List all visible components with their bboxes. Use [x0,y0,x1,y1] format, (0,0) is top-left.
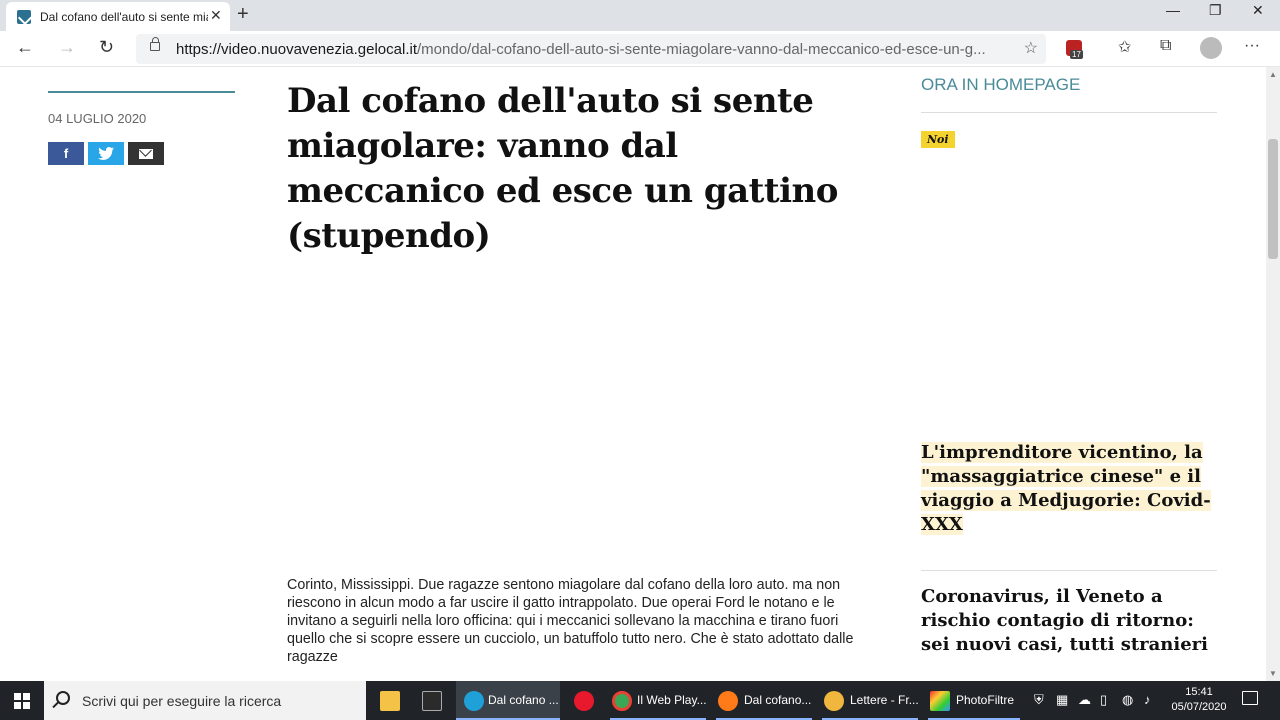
news-title: L'imprenditore vicentino, la "massaggiat… [921,442,1211,535]
address-bar[interactable]: https://video.nuovavenezia.gelocal.it/mo… [136,34,1046,64]
windows-start-icon[interactable] [14,693,30,709]
scroll-down-icon[interactable]: ▼ [1269,669,1277,678]
taskbar: Scrivi qui per eseguire la ricerca Dal c… [0,681,1280,720]
system-clock[interactable]: 15:41 05/07/2020 [1168,685,1230,715]
taskbar-app-chrome[interactable]: Il Web Play... [606,681,710,720]
security-tray-icon[interactable]: ⛨ [1034,692,1044,708]
search-icon [56,691,70,705]
site-favicon-icon [17,10,31,24]
sidebar-section-title[interactable]: ORA IN HOMEPAGE [921,75,1080,95]
favorites-icon[interactable]: ✩ [1118,37,1131,57]
taskbar-app-opera[interactable] [564,681,604,720]
article-headline: Dal cofano dell'auto si sente miagolare:… [287,81,838,256]
terminal-icon [422,691,442,711]
share-twitter-button[interactable] [88,142,124,165]
collections-icon[interactable]: ⧉ [1160,37,1171,55]
taskbar-app-firefox[interactable]: Dal cofano... [712,681,816,720]
twitter-icon [98,147,114,163]
close-window-button[interactable]: ✕ [1252,2,1264,19]
clock-date: 05/07/2020 [1171,701,1227,713]
taskbar-app-label: Lettere - Fr... [850,693,919,707]
forward-icon[interactable]: → [58,37,76,58]
url-path: /mondo/dal-cofano-dell-auto-si-sente-mia… [417,41,986,58]
scroll-thumb[interactable] [1268,139,1278,259]
divider [921,570,1217,571]
taskbar-app-file-explorer[interactable] [370,681,410,720]
email-icon [139,149,153,159]
taskbar-app-label: PhotoFiltre [956,693,1015,707]
profile-avatar[interactable] [1200,37,1222,59]
taskbar-search[interactable]: Scrivi qui per eseguire la ricerca [44,681,366,720]
new-tab-button[interactable]: + [237,3,249,26]
news-link[interactable]: Coronavirus, il Veneto a rischio contagi… [921,585,1217,657]
minimize-button[interactable]: — [1166,2,1180,18]
browser-toolbar: ← → ↻ https://video.nuovavenezia.gelocal… [0,31,1280,67]
taskbar-app-label: Dal cofano ... [488,693,559,707]
battery-tray-icon[interactable]: ▯ [1100,692,1107,708]
url-domain: https://video.nuovavenezia.gelocal.it [176,41,417,58]
refresh-icon[interactable]: ↻ [99,37,114,58]
maximize-button[interactable]: ❐ [1209,2,1222,19]
favorite-star-icon[interactable]: ☆ [1024,38,1038,58]
taskbar-app-label: Il Web Play... [637,693,707,707]
facebook-icon: f [63,146,69,161]
scroll-up-icon[interactable]: ▲ [1269,70,1277,79]
extension-badge-count: 17 [1070,50,1083,59]
share-email-button[interactable] [128,142,164,165]
tab-bar: Dal cofano dell'auto si sente mia ✕ + — … [0,0,1280,31]
firefox-icon [718,691,738,711]
chrome-icon [612,691,632,711]
notifications-icon[interactable] [1242,691,1258,705]
apps-tray-icon[interactable]: ▦ [1056,692,1068,708]
url-text[interactable]: https://video.nuovavenezia.gelocal.it/mo… [176,41,1016,58]
divider [921,112,1217,113]
divider [48,91,235,93]
opera-icon [574,691,594,711]
vertical-scrollbar[interactable]: ▲ ▼ [1266,67,1280,681]
photofiltre-icon [930,691,950,711]
taskbar-app-edge[interactable]: Dal cofano ... [456,681,560,720]
cloud-tray-icon[interactable]: ☁ [1078,692,1091,708]
volume-tray-icon[interactable]: ♪ [1144,692,1151,707]
taskbar-app-mail[interactable]: Lettere - Fr... [818,681,922,720]
search-placeholder: Scrivi qui per eseguire la ricerca [82,693,282,709]
file-explorer-icon [380,691,400,711]
article-date: 04 LUGLIO 2020 [48,111,147,126]
tab-title: Dal cofano dell'auto si sente mia [40,10,208,24]
taskbar-app-terminal[interactable] [412,681,452,720]
clock-time: 15:41 [1185,686,1213,698]
taskbar-app-label: Dal cofano... [744,693,812,707]
network-tray-icon[interactable]: ◍ [1122,692,1133,708]
more-menu-icon[interactable]: ··· [1244,37,1260,55]
share-facebook-button[interactable]: f [48,142,84,165]
noi-badge[interactable]: Noi [921,131,955,148]
back-icon[interactable]: ← [16,37,34,58]
taskbar-app-photofiltre[interactable]: PhotoFiltre [924,681,1024,720]
lock-icon[interactable] [150,37,160,51]
news-title: Coronavirus, il Veneto a rischio contagi… [921,586,1208,655]
web-page: 04 LUGLIO 2020 f Dal cofano dell'auto si… [0,67,1266,681]
article-body: Corinto, Mississippi. Due ragazze senton… [287,577,854,665]
close-tab-icon[interactable]: ✕ [210,7,222,24]
news-link[interactable]: L'imprenditore vicentino, la "massaggiat… [921,441,1217,537]
mail-app-icon [824,691,844,711]
edge-icon [464,691,484,711]
browser-tab[interactable]: Dal cofano dell'auto si sente mia ✕ [6,2,230,31]
